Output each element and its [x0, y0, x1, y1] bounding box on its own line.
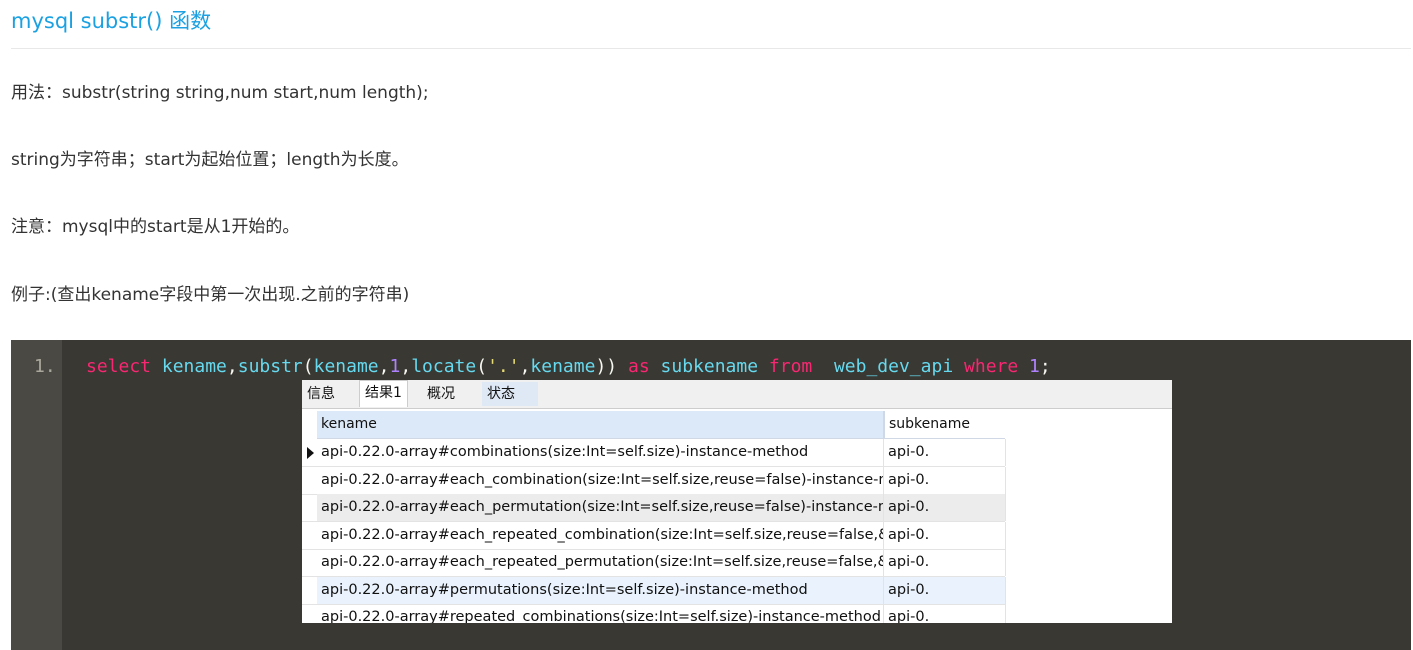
cell-kename[interactable]: api-0.22.0-array#each_permutation(size:I…: [317, 494, 884, 521]
cell-kename[interactable]: api-0.22.0-array#permutations(size:Int=s…: [317, 577, 884, 604]
token-string: '.': [487, 356, 520, 377]
keyword-select: select: [86, 356, 152, 377]
token-kename: kename: [161, 356, 227, 377]
cell-subkename[interactable]: api-0.: [884, 439, 1006, 466]
params-text: string为字符串；start为起始位置；length为长度。: [11, 150, 409, 170]
cell-kename[interactable]: api-0.22.0-array#each_combination(size:I…: [317, 467, 884, 494]
page-title: mysql substr() 函数: [11, 9, 212, 33]
row-indicator: [302, 522, 317, 549]
table-row[interactable]: api-0.22.0-array#repeated_combinations(s…: [302, 604, 1006, 623]
row-indicator: [302, 494, 317, 521]
token-subkename: subkename: [660, 356, 759, 377]
cell-kename[interactable]: api-0.22.0-array#each_repeated_permutati…: [317, 549, 884, 576]
token-comma: ,: [378, 356, 390, 377]
keyword-as: as: [627, 356, 650, 377]
line-number-gutter: 1.: [11, 340, 62, 650]
tab-status[interactable]: 状态: [482, 382, 538, 406]
token-substr: substr: [237, 356, 303, 377]
table-row[interactable]: api-0.22.0-array#each_repeated_combinati…: [302, 522, 1006, 550]
column-header-subkename[interactable]: subkename: [884, 411, 1006, 438]
title-divider: [11, 48, 1411, 49]
cell-subkename[interactable]: api-0.: [884, 494, 1006, 521]
cell-subkename[interactable]: api-0.: [884, 522, 1006, 549]
result-tabs: 信息 结果1 概况 状态: [302, 380, 1172, 409]
usage-text: 用法：substr(string string,num start,num le…: [11, 83, 429, 103]
token-paren: )): [595, 356, 618, 377]
token-semicolon: ;: [1039, 356, 1051, 377]
cell-subkename[interactable]: api-0.: [884, 549, 1006, 576]
token-table: web_dev_api: [833, 356, 954, 377]
token-comma: ,: [400, 356, 412, 377]
table-row[interactable]: api-0.22.0-array#each_permutation(size:I…: [302, 494, 1006, 522]
token-kename: kename: [313, 356, 379, 377]
cell-subkename[interactable]: api-0.: [884, 577, 1006, 604]
token-locate: locate: [411, 356, 477, 377]
token-number: 1: [1029, 356, 1040, 377]
column-header-kename[interactable]: kename: [317, 411, 884, 438]
token-comma: ,: [226, 356, 238, 377]
token-paren: (: [302, 356, 314, 377]
row-indicator: [302, 549, 317, 576]
table-row[interactable]: api-0.22.0-array#combinations(size:Int=s…: [302, 439, 1006, 467]
grid-header: kename subkename: [317, 411, 1006, 439]
cell-kename[interactable]: api-0.22.0-array#combinations(size:Int=s…: [317, 439, 884, 466]
keyword-from: from: [768, 356, 813, 377]
tab-info[interactable]: 信息: [302, 382, 340, 406]
query-result-panel: 信息 结果1 概况 状态 kename subkename api-0.22.0…: [302, 380, 1172, 623]
token-number: 1: [389, 356, 401, 377]
table-row[interactable]: api-0.22.0-array#permutations(size:Int=s…: [302, 577, 1006, 605]
token-kename: kename: [530, 356, 596, 377]
token-comma: ,: [519, 356, 531, 377]
table-row[interactable]: api-0.22.0-array#each_combination(size:I…: [302, 467, 1006, 495]
tab-overview[interactable]: 概况: [422, 382, 460, 406]
line-number: 1.: [34, 356, 56, 377]
cell-subkename[interactable]: api-0.: [884, 604, 1006, 623]
cell-kename[interactable]: api-0.22.0-array#repeated_combinations(s…: [317, 604, 884, 623]
token-paren: (: [476, 356, 488, 377]
note-text: 注意：mysql中的start是从1开始的。: [11, 217, 300, 237]
tab-result1[interactable]: 结果1: [359, 380, 408, 407]
code-line[interactable]: select kename,substr(kename,1,locate('.'…: [86, 356, 1051, 377]
table-row[interactable]: api-0.22.0-array#each_repeated_permutati…: [302, 549, 1006, 577]
row-indicator: [302, 439, 317, 466]
cell-subkename[interactable]: api-0.: [884, 467, 1006, 494]
example-text: 例子:(查出kename字段中第一次出现.之前的字符串): [11, 285, 410, 305]
row-indicator: [302, 604, 317, 623]
current-row-arrow-icon: [307, 447, 314, 459]
row-indicator: [302, 577, 317, 604]
cell-kename[interactable]: api-0.22.0-array#each_repeated_combinati…: [317, 522, 884, 549]
keyword-where: where: [964, 356, 1019, 377]
row-indicator: [302, 467, 317, 494]
